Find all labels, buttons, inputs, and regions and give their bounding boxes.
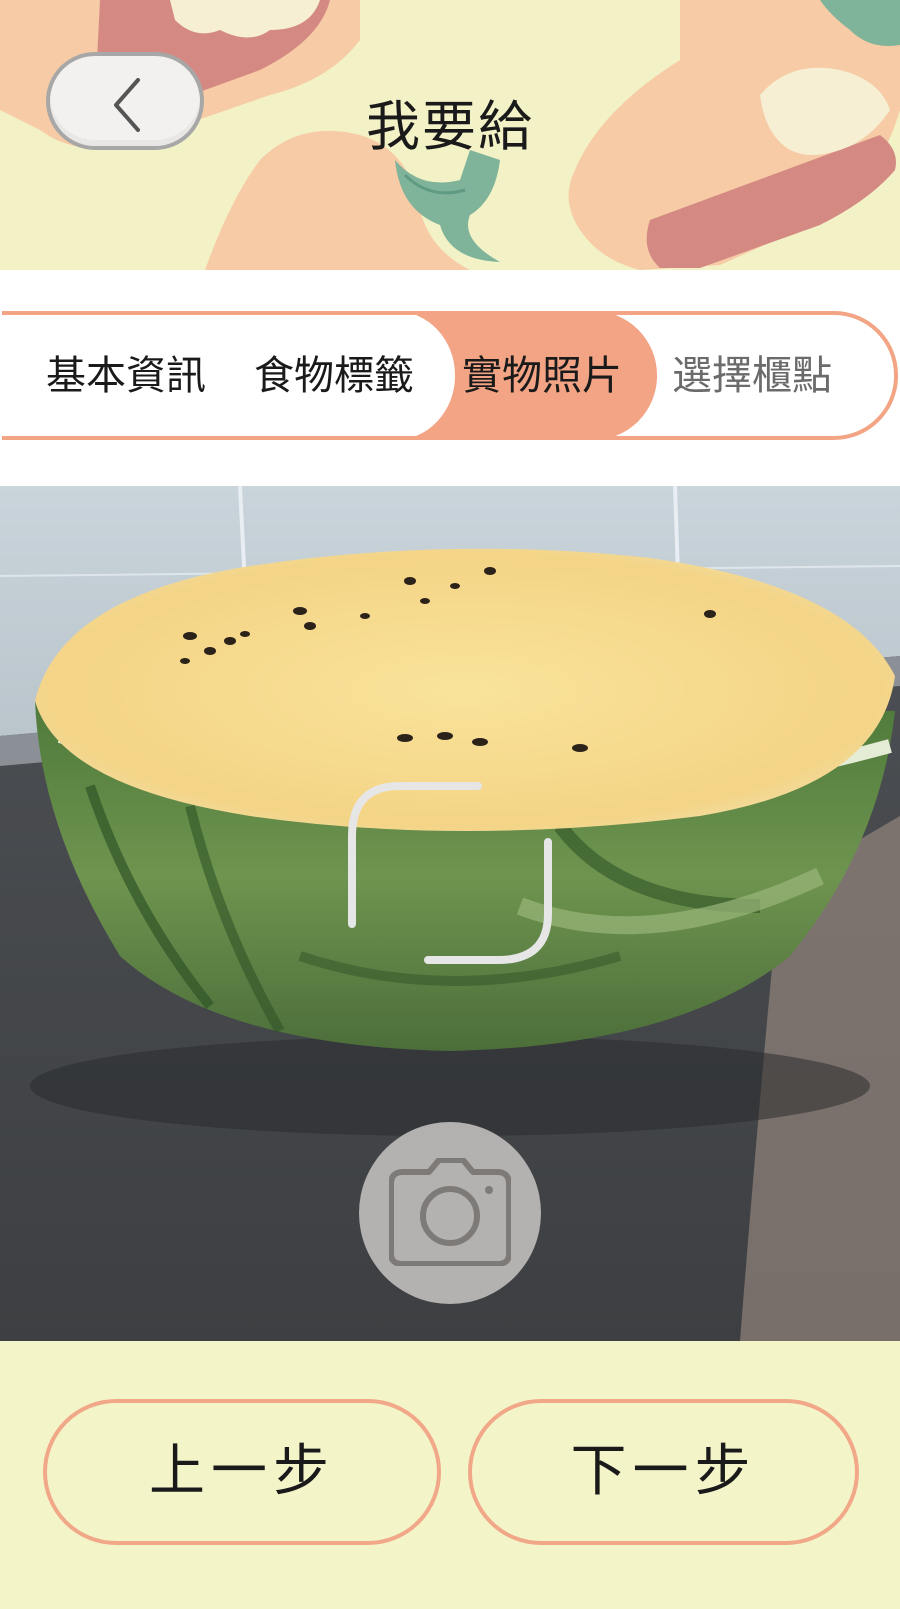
previous-step-button[interactable]: 上一步: [43, 1399, 441, 1545]
tab-basic-info[interactable]: 基本資訊: [46, 353, 206, 399]
page-title: 我要給: [366, 95, 534, 158]
camera-icon: [389, 1158, 511, 1266]
shutter-button[interactable]: [359, 1122, 541, 1304]
step-tabs: 基本資訊 食物標籤 實物照片 選擇櫃點: [2, 311, 898, 440]
tab-select-locker[interactable]: 選擇櫃點: [672, 353, 832, 399]
tab-photos[interactable]: 實物照片: [462, 353, 622, 399]
camera-viewfinder[interactable]: [0, 486, 900, 1341]
tab-food-tags[interactable]: 食物標籤: [254, 353, 414, 399]
next-step-button[interactable]: 下一步: [468, 1399, 859, 1545]
header: 我要給: [0, 0, 900, 270]
